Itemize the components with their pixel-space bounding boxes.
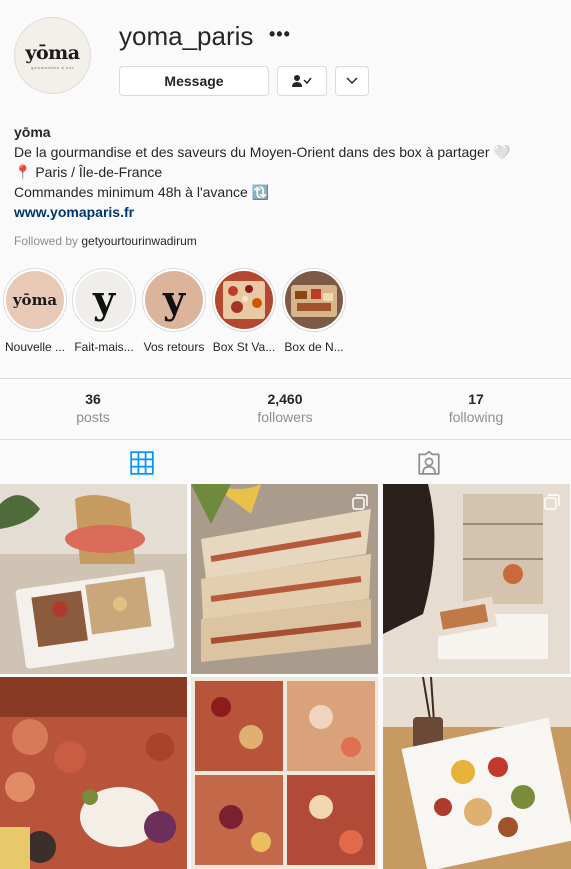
bio-website-link[interactable]: www.yomaparis.fr: [14, 202, 559, 222]
highlight-cover: yōma: [6, 271, 64, 329]
followed-by-user[interactable]: getyourtourinwadirum: [81, 234, 196, 248]
post-box-fruits[interactable]: [383, 677, 571, 869]
grid-icon: [130, 451, 154, 475]
highlight-nouvelle[interactable]: yōma Nouvelle ...: [0, 268, 70, 354]
more-options-icon[interactable]: •••: [269, 24, 291, 45]
highlight-ring: [212, 268, 276, 332]
post-image: [383, 677, 571, 869]
multiple-posts-icon: [352, 494, 368, 510]
post-image: [0, 484, 187, 674]
followed-by-prefix: Followed by: [14, 234, 79, 248]
avatar-tagline: gourmandise & box: [31, 64, 74, 70]
message-button-label: Message: [164, 73, 224, 89]
highlight-ring: yōma: [3, 268, 67, 332]
highlight-cover: y: [145, 271, 203, 329]
highlight-box-de-noel[interactable]: Box de N...: [279, 268, 349, 354]
chevron-down-icon: [346, 77, 358, 85]
profile-username: yoma_paris: [119, 21, 254, 51]
following-count-number: 17: [468, 391, 484, 407]
post-four-boxes[interactable]: [191, 677, 378, 869]
post-woman-box[interactable]: [383, 484, 570, 674]
highlight-label: Fait-mais...: [74, 340, 134, 354]
story-highlights: yōma Nouvelle ... y Fait-mais... y Vos r…: [0, 268, 571, 358]
profile-avatar[interactable]: yōma gourmandise & box: [14, 17, 91, 94]
tagged-person-icon: [418, 450, 440, 475]
post-image: [0, 677, 187, 869]
highlight-glyph: y: [162, 277, 186, 322]
suggested-dropdown-button[interactable]: [335, 66, 369, 96]
avatar-logo: yōma: [25, 41, 80, 64]
profile-header: yōma gourmandise & box yoma_paris ••• Me…: [0, 0, 571, 115]
followers-count-number: 2,460: [267, 391, 303, 407]
post-image: [383, 484, 570, 674]
highlight-ring: y: [142, 268, 206, 332]
post-quesadillas[interactable]: [191, 484, 378, 674]
bio-line-1: De la gourmandise et des saveurs du Moye…: [14, 144, 511, 160]
highlight-fait-maison[interactable]: y Fait-mais...: [69, 268, 139, 354]
highlight-ring: [282, 268, 346, 332]
highlight-vos-retours[interactable]: y Vos retours: [139, 268, 209, 354]
profile-tabs: [0, 440, 571, 484]
highlight-cover: [215, 271, 273, 329]
message-button[interactable]: Message: [119, 66, 269, 96]
profile-stats: 36 posts 2,460 followers 17 following: [0, 378, 571, 440]
highlight-glyph: yōma: [12, 291, 58, 309]
posts-grid: [0, 484, 571, 869]
tab-tagged[interactable]: [416, 450, 442, 476]
followers-count-label: followers: [257, 409, 313, 425]
highlight-cover: y: [75, 271, 133, 329]
person-check-icon: [292, 75, 312, 87]
bio-name: yōma: [14, 124, 51, 140]
multiple-posts-icon: [544, 494, 560, 510]
highlight-label: Nouvelle ...: [4, 340, 66, 354]
posts-count: 36 posts: [33, 391, 153, 425]
posts-count-label: posts: [76, 409, 110, 425]
highlight-photo: [285, 271, 343, 329]
highlight-photo: [215, 271, 273, 329]
profile-bio: yōma De la gourmandise et des saveurs du…: [14, 122, 559, 222]
posts-count-number: 36: [85, 391, 101, 407]
highlight-ring: y: [72, 268, 136, 332]
highlight-glyph: y: [92, 277, 116, 322]
following-button[interactable]: [277, 66, 327, 96]
bio-line-3: Commandes minimum 48h à l'avance 🔃: [14, 184, 270, 200]
followers-count[interactable]: 2,460 followers: [225, 391, 345, 425]
highlight-label: Box de N...: [284, 340, 344, 354]
highlight-label: Box St Va...: [212, 340, 276, 354]
followed-by[interactable]: Followed by getyourtourinwadirum: [14, 234, 197, 248]
post-charcuterie-burrata[interactable]: [0, 677, 187, 869]
highlight-label: Vos retours: [143, 340, 205, 354]
post-box-chair[interactable]: [0, 484, 187, 674]
tab-posts[interactable]: [129, 450, 155, 476]
post-image: [191, 484, 378, 674]
highlight-cover: [285, 271, 343, 329]
following-count-label: following: [448, 409, 504, 425]
following-count[interactable]: 17 following: [416, 391, 536, 425]
post-image: [191, 677, 378, 869]
bio-line-2: 📍 Paris / Île-de-France: [14, 164, 163, 180]
highlight-box-st-valentin[interactable]: Box St Va...: [209, 268, 279, 354]
